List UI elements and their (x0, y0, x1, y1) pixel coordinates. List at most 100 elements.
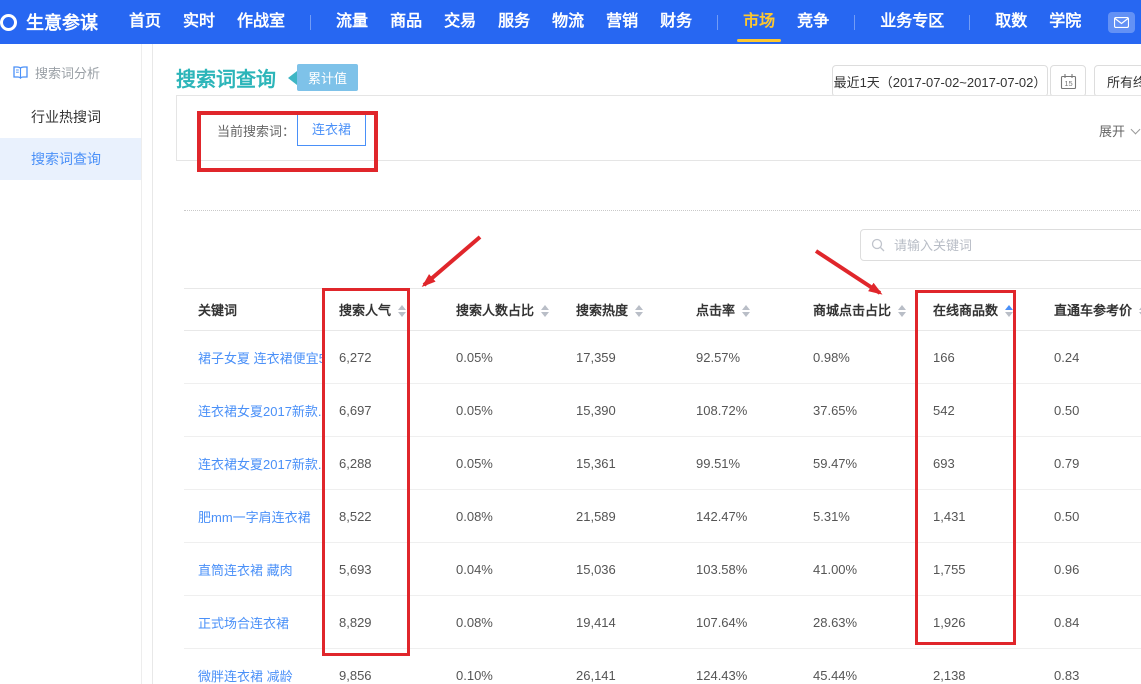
sort-icon-search-popularity[interactable] (398, 305, 406, 317)
cell-ztc-price: 0.83 (1040, 649, 1141, 684)
column-header-ctr[interactable]: 点击率 (682, 289, 799, 331)
cell-search-heat: 15,390 (562, 384, 682, 437)
nav-item-实时[interactable]: 实时 (183, 0, 215, 44)
keyword-link[interactable]: 连衣裙女夏2017新款... (184, 384, 325, 437)
nav-item-营销[interactable]: 营销 (606, 0, 638, 44)
cell-online-products: 1,755 (919, 543, 1040, 596)
sidebar: 搜索词分析 行业热搜词搜索词查询 (0, 44, 142, 684)
nav-item-市场[interactable]: 市场 (743, 0, 775, 44)
brand-logo-icon (0, 14, 17, 31)
sort-icon-searcher-ratio[interactable] (541, 305, 549, 317)
nav-item-首页[interactable]: 首页 (129, 0, 161, 44)
cell-search-heat: 17,359 (562, 331, 682, 384)
nav-menu: 首页实时作战室 流量商品交易服务物流营销财务 市场竞争 业务专区 取数学院 (118, 0, 1108, 44)
cell-search-heat: 26,141 (562, 649, 682, 684)
cell-online-products: 166 (919, 331, 1040, 384)
nav-item-竞争[interactable]: 竞争 (797, 0, 829, 44)
date-range-button[interactable]: 最近1天（2017-07-02~2017-07-02） (832, 65, 1048, 97)
sort-icon-online-products[interactable] (1005, 305, 1013, 317)
search-terms-table: 关键词搜索人气搜索人数占比搜索热度点击率商城点击占比在线商品数直通车参考价裙子女… (184, 288, 1141, 684)
cell-searcher-ratio: 0.05% (442, 331, 562, 384)
nav-item-流量[interactable]: 流量 (336, 0, 368, 44)
nav-item-服务[interactable]: 服务 (498, 0, 530, 44)
cell-mall-click-ratio: 45.44% (799, 649, 919, 684)
cell-search-heat: 15,361 (562, 437, 682, 490)
cell-mall-click-ratio: 28.63% (799, 596, 919, 649)
cumulative-badge: 累计值 (297, 64, 358, 91)
nav-item-取数[interactable]: 取数 (995, 0, 1027, 44)
search-input[interactable] (892, 237, 1122, 254)
page: 生意参谋 首页实时作战室 流量商品交易服务物流营销财务 市场竞争 业务专区 取数学院 搜… (0, 0, 1141, 684)
search-icon (871, 238, 885, 252)
keyword-link[interactable]: 正式场合连衣裙 (184, 596, 325, 649)
cell-ctr: 99.51% (682, 437, 799, 490)
cell-searcher-ratio: 0.10% (442, 649, 562, 684)
dotted-divider (184, 210, 1141, 211)
cell-ztc-price: 0.84 (1040, 596, 1141, 649)
column-header-online-products[interactable]: 在线商品数 (919, 289, 1040, 331)
cell-ctr: 107.64% (682, 596, 799, 649)
cell-ctr: 124.43% (682, 649, 799, 684)
cell-ztc-price: 0.96 (1040, 543, 1141, 596)
terminal-select[interactable]: 所有终端 (1094, 65, 1141, 97)
column-header-mall-click-ratio[interactable]: 商城点击占比 (799, 289, 919, 331)
cell-search-heat: 21,589 (562, 490, 682, 543)
sort-icon-search-heat[interactable] (635, 305, 643, 317)
column-header-ztc-price[interactable]: 直通车参考价 (1040, 289, 1141, 331)
cell-ctr: 92.57% (682, 331, 799, 384)
cell-mall-click-ratio: 37.65% (799, 384, 919, 437)
cell-search-popularity: 6,697 (325, 384, 442, 437)
cell-online-products: 693 (919, 437, 1040, 490)
current-keyword-chip[interactable]: 连衣裙 (297, 111, 366, 146)
cell-searcher-ratio: 0.08% (442, 596, 562, 649)
cell-search-popularity: 6,272 (325, 331, 442, 384)
table-row: 连衣裙女夏2017新款...6,6970.05%15,390108.72%37.… (184, 384, 1141, 437)
nav-item-交易[interactable]: 交易 (444, 0, 476, 44)
cell-search-popularity: 9,856 (325, 649, 442, 684)
column-header-search-popularity[interactable]: 搜索人气 (325, 289, 442, 331)
keyword-link[interactable]: 肥mm一字肩连衣裙 (184, 490, 325, 543)
cell-ctr: 108.72% (682, 384, 799, 437)
cell-mall-click-ratio: 59.47% (799, 437, 919, 490)
sort-icon-mall-click-ratio[interactable] (898, 305, 906, 317)
cell-mall-click-ratio: 5.31% (799, 490, 919, 543)
keyword-link[interactable]: 连衣裙女夏2017新款... (184, 437, 325, 490)
cell-search-popularity: 5,693 (325, 543, 442, 596)
expand-button[interactable]: 展开 (1099, 121, 1139, 140)
table-row: 直筒连衣裙 藏肉5,6930.04%15,036103.58%41.00%1,7… (184, 543, 1141, 596)
nav-item-学院[interactable]: 学院 (1049, 0, 1081, 44)
column-header-search-heat[interactable]: 搜索热度 (562, 289, 682, 331)
cell-mall-click-ratio: 41.00% (799, 543, 919, 596)
cell-search-popularity: 8,829 (325, 596, 442, 649)
sidebar-item-行业热搜词[interactable]: 行业热搜词 (0, 96, 141, 138)
cell-searcher-ratio: 0.05% (442, 437, 562, 490)
nav-divider (854, 15, 855, 30)
keyword-link[interactable]: 裙子女夏 连衣裙便宜5... (184, 331, 325, 384)
sort-icon-ctr[interactable] (742, 305, 750, 317)
cell-search-popularity: 8,522 (325, 490, 442, 543)
main-content: 搜索词查询 累计值 最近1天（2017-07-02~2017-07-02） 15… (152, 44, 1141, 684)
calendar-button[interactable]: 15 (1050, 65, 1086, 97)
nav-item-物流[interactable]: 物流 (552, 0, 584, 44)
book-icon (13, 66, 28, 79)
nav-item-财务[interactable]: 财务 (660, 0, 692, 44)
column-header-keyword: 关键词 (184, 289, 325, 331)
brand[interactable]: 生意参谋 (14, 9, 98, 35)
keyword-link[interactable]: 直筒连衣裙 藏肉 (184, 543, 325, 596)
cell-ztc-price: 0.50 (1040, 490, 1141, 543)
nav-item-业务专区[interactable]: 业务专区 (880, 0, 944, 44)
cell-online-products: 1,926 (919, 596, 1040, 649)
nav-item-商品[interactable]: 商品 (390, 0, 422, 44)
table-row: 连衣裙女夏2017新款...6,2880.05%15,36199.51%59.4… (184, 437, 1141, 490)
nav-item-作战室[interactable]: 作战室 (237, 0, 285, 44)
mail-icon[interactable] (1108, 12, 1135, 33)
column-header-searcher-ratio[interactable]: 搜索人数占比 (442, 289, 562, 331)
sidebar-item-搜索词查询[interactable]: 搜索词查询 (0, 138, 141, 180)
keyword-link[interactable]: 微胖连衣裙 减龄 (184, 649, 325, 684)
cell-searcher-ratio: 0.08% (442, 490, 562, 543)
table-header-row: 关键词搜索人气搜索人数占比搜索热度点击率商城点击占比在线商品数直通车参考价 (184, 289, 1141, 331)
chevron-down-icon (1131, 124, 1141, 134)
table-row: 肥mm一字肩连衣裙8,5220.08%21,589142.47%5.31%1,4… (184, 490, 1141, 543)
badge-arrow-icon (288, 71, 297, 85)
current-keyword-panel: 当前搜索词： 连衣裙 展开 (176, 95, 1141, 161)
